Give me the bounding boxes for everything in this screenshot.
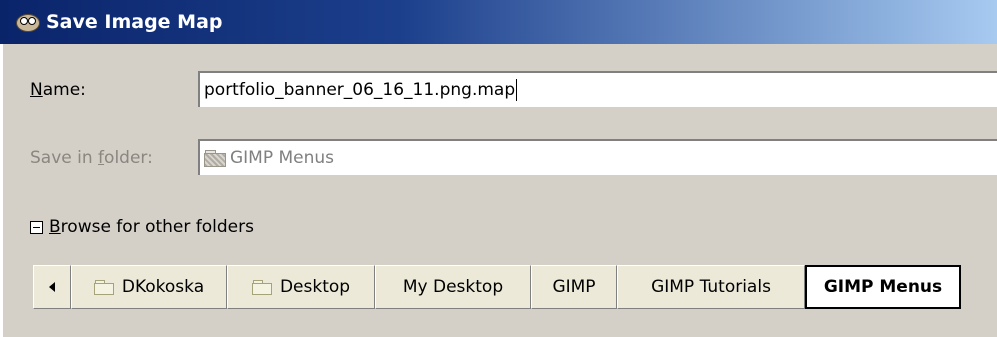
left-arrow-icon [49, 282, 55, 292]
path-bar-back-button[interactable] [33, 265, 71, 309]
window-title: Save Image Map [46, 11, 223, 33]
folder-icon [93, 280, 114, 295]
name-input-value: portfolio_banner_06_16_11.png.map [204, 80, 516, 100]
folder-icon [251, 280, 272, 295]
name-input[interactable]: portfolio_banner_06_16_11.png.map [198, 71, 997, 107]
path-button-gimp-menus[interactable]: GIMP Menus [805, 265, 961, 309]
collapse-box-icon[interactable] [30, 220, 43, 234]
text-caret [516, 79, 518, 101]
save-in-folder-label: Save in folder: [30, 148, 153, 168]
path-bar: DKokoska Desktop My Desktop GIMP GIMP Tu… [33, 265, 961, 309]
path-button-my-desktop[interactable]: My Desktop [375, 265, 531, 309]
window-left-border [0, 44, 4, 337]
path-button-gimp-tutorials[interactable]: GIMP Tutorials [617, 265, 805, 309]
path-button-dkokoska[interactable]: DKokoska [71, 265, 227, 309]
title-bar[interactable]: Save Image Map [0, 0, 997, 44]
path-button-desktop[interactable]: Desktop [227, 265, 375, 309]
save-in-folder-value: GIMP Menus [230, 148, 335, 168]
browse-other-folders-expander[interactable]: Browse for other folders [30, 217, 254, 237]
save-in-folder-combo: GIMP Menus [198, 139, 997, 175]
path-button-gimp[interactable]: GIMP [531, 265, 617, 309]
browse-label: Browse for other folders [49, 217, 254, 237]
folder-icon [204, 150, 226, 167]
gimp-wilber-icon [14, 11, 40, 33]
name-label: Name: [30, 80, 86, 100]
